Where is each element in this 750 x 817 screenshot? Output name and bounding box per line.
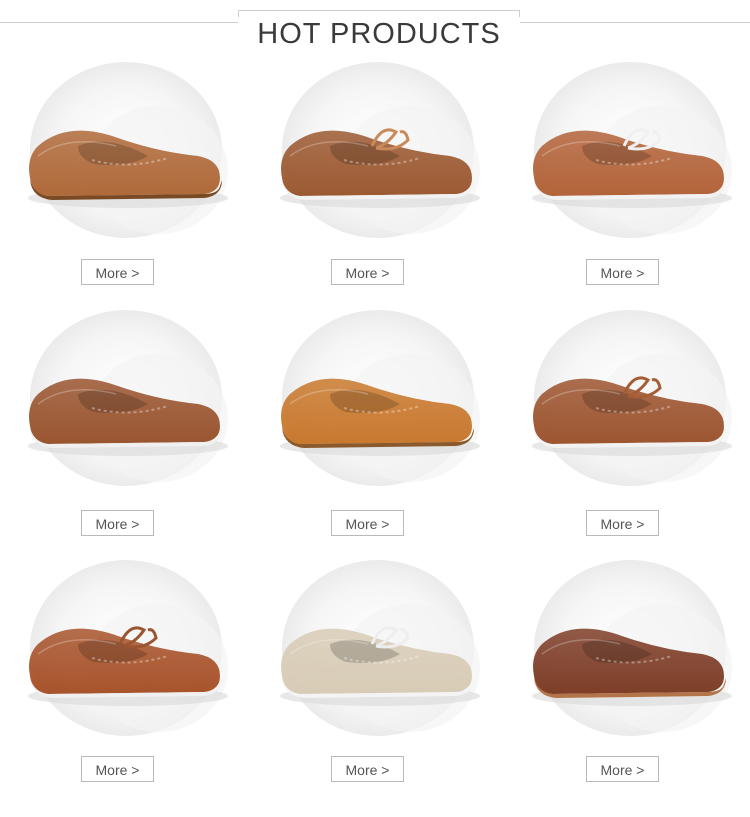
product-image[interactable] <box>260 308 500 493</box>
product-image[interactable] <box>8 60 248 245</box>
product-image[interactable] <box>8 558 248 743</box>
more-button[interactable]: More > <box>331 510 404 536</box>
more-button[interactable]: More > <box>81 259 154 285</box>
more-button[interactable]: More > <box>81 756 154 782</box>
more-button[interactable]: More > <box>81 510 154 536</box>
header-line-right <box>518 22 750 23</box>
more-button[interactable]: More > <box>331 259 404 285</box>
more-button[interactable]: More > <box>586 510 659 536</box>
product-image[interactable] <box>8 308 248 493</box>
header-line-left <box>0 22 238 23</box>
product-image[interactable] <box>512 558 750 743</box>
page-title: HOT PRODUCTS <box>238 17 520 51</box>
product-image[interactable] <box>260 60 500 245</box>
more-button[interactable]: More > <box>331 756 404 782</box>
product-image[interactable] <box>512 308 750 493</box>
more-button[interactable]: More > <box>586 259 659 285</box>
product-image[interactable] <box>260 558 500 743</box>
more-button[interactable]: More > <box>586 756 659 782</box>
product-image[interactable] <box>512 60 750 245</box>
